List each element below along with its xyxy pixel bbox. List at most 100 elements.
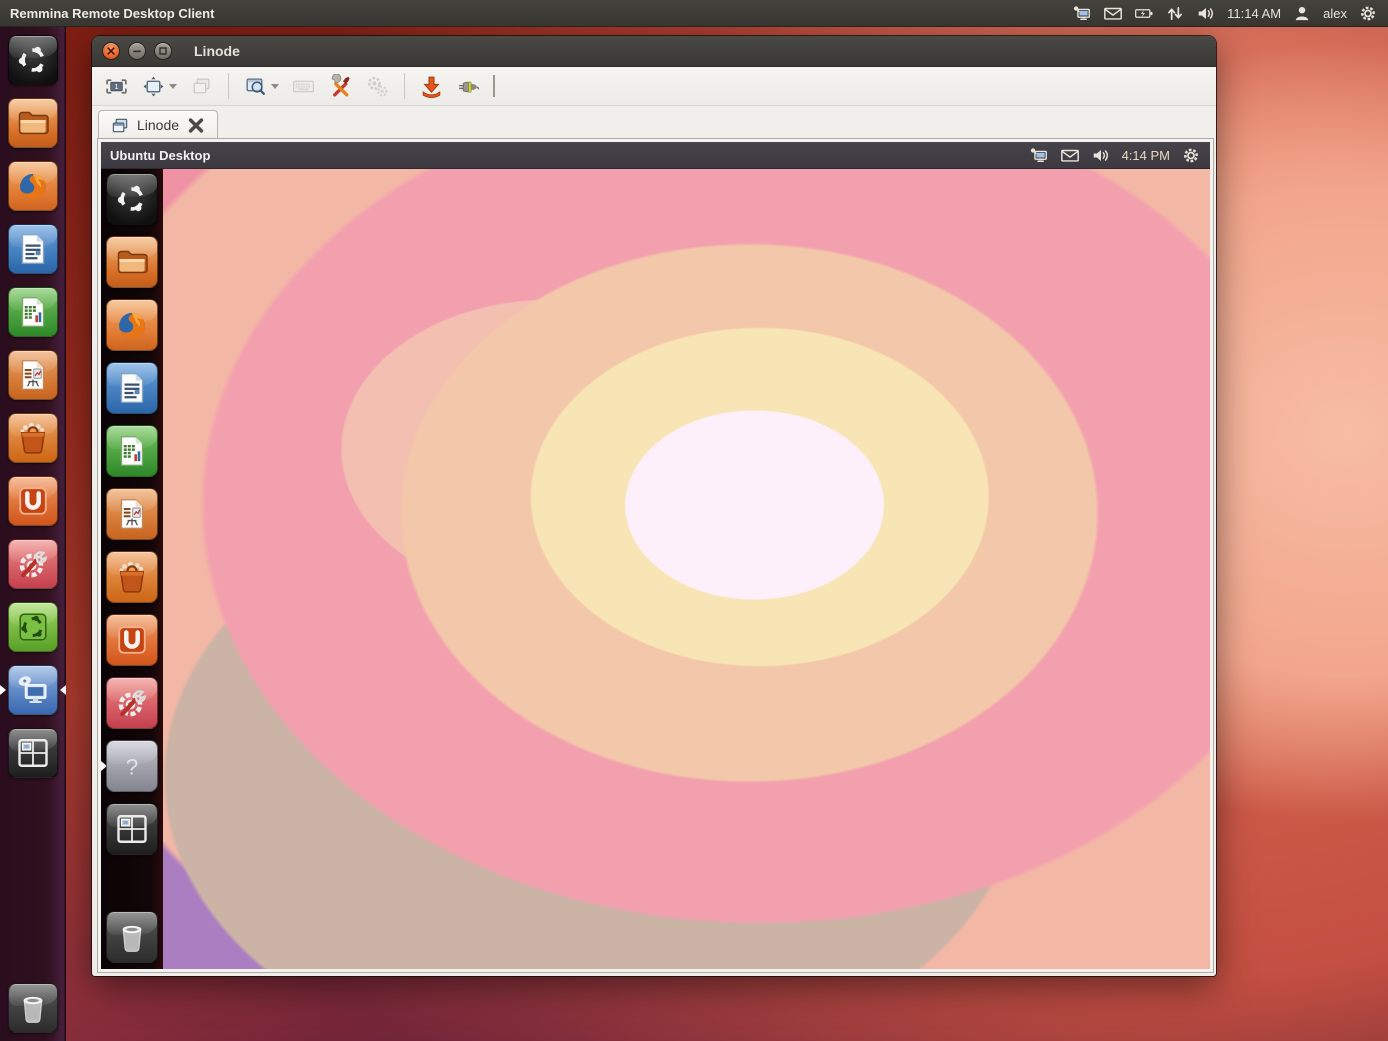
launcher-item-system-settings[interactable] [0, 539, 66, 589]
remote-tray: 4:14 PM [1029, 146, 1201, 165]
lo-writer-icon [8, 224, 58, 274]
tab-linode[interactable]: Linode [98, 110, 218, 139]
volume-icon[interactable] [1196, 4, 1216, 23]
launcher-item-firefox[interactable] [101, 299, 163, 351]
resize-mode-icon [141, 74, 166, 99]
connection-window-icon [110, 116, 130, 135]
svg-text:?: ? [126, 754, 139, 779]
ubuntu-dash-icon [106, 173, 158, 225]
session-gear-icon[interactable] [1358, 4, 1378, 23]
disconnect-button[interactable] [452, 72, 485, 101]
software-center-icon [106, 551, 158, 603]
launcher-item-ubuntu-one[interactable] [0, 476, 66, 526]
user-icon[interactable] [1292, 4, 1312, 23]
remmina-toolbar: 1 [92, 67, 1216, 106]
toolbar-separator [404, 73, 405, 99]
ubuntu-dash-icon [8, 35, 58, 85]
sync-arrows-icon[interactable] [1165, 4, 1185, 23]
remote-launcher: ? [101, 169, 163, 969]
dropdown-caret-icon[interactable] [169, 84, 177, 89]
window-titlebar[interactable]: Linode [92, 36, 1216, 67]
scaled-mode-button[interactable] [239, 72, 283, 101]
software-center-icon [8, 413, 58, 463]
scaled-mode-icon [243, 74, 268, 99]
system-settings-icon [8, 539, 58, 589]
toolbar-end-divider [493, 75, 495, 97]
launcher-item-remmina[interactable] [0, 665, 66, 715]
active-app-title: Remmina Remote Desktop Client [10, 6, 214, 21]
tab-label: Linode [137, 117, 179, 133]
host-top-panel: Remmina Remote Desktop Client 11:14 AM a… [0, 0, 1388, 27]
remote-session-gear-icon[interactable] [1181, 146, 1201, 165]
screenshot-button[interactable] [415, 72, 448, 101]
remote-desktop-icon[interactable] [1072, 4, 1092, 23]
tab-close-icon[interactable] [186, 116, 206, 135]
maximize-button[interactable] [154, 42, 172, 60]
svg-text:1: 1 [114, 82, 118, 91]
preferences-button[interactable] [324, 72, 357, 101]
connection-tabbar: Linode [92, 106, 1216, 139]
dropdown-caret-icon[interactable] [271, 84, 279, 89]
launcher-item-lo-writer[interactable] [0, 224, 66, 274]
unknown-app-icon: ? [106, 740, 158, 792]
mail-icon[interactable] [1103, 4, 1123, 23]
workspace-switcher-icon [8, 728, 58, 778]
launcher-item-ubuntu-dash[interactable] [0, 35, 66, 85]
launcher-item-software-updater[interactable] [0, 602, 66, 652]
workspace-switcher-icon [106, 803, 158, 855]
launcher-item-lo-impress[interactable] [101, 488, 163, 540]
launcher-item-lo-calc[interactable] [101, 425, 163, 477]
launcher-item-software-center[interactable] [101, 551, 163, 603]
launcher-item-files[interactable] [101, 236, 163, 288]
toggle-fullscreen-icon: 1 [104, 74, 129, 99]
launcher-item-lo-calc[interactable] [0, 287, 66, 337]
launcher-item-workspace-switcher[interactable] [0, 728, 66, 778]
trash-icon [8, 983, 58, 1033]
send-keystrokes-button[interactable] [287, 72, 320, 101]
lo-writer-icon [106, 362, 158, 414]
launcher-item-workspace-switcher[interactable] [101, 803, 163, 855]
resize-mode-button[interactable] [137, 72, 181, 101]
remote-desktop-wallpaper[interactable] [163, 169, 1210, 969]
launcher-item-trash[interactable] [0, 983, 66, 1033]
launcher-item-files[interactable] [0, 98, 66, 148]
plugins-button[interactable] [361, 72, 394, 101]
remote-session-frame: Ubuntu Desktop 4:14 PM ? [98, 139, 1213, 972]
plugins-icon [365, 74, 390, 99]
launcher-item-trash[interactable] [101, 911, 163, 963]
remote-clock[interactable]: 4:14 PM [1122, 148, 1170, 163]
firefox-icon [8, 161, 58, 211]
duplicate-connection-button[interactable] [185, 72, 218, 101]
lo-impress-icon [8, 350, 58, 400]
launcher-item-system-settings[interactable] [101, 677, 163, 729]
volume-icon[interactable] [1091, 146, 1111, 165]
launcher-item-ubuntu-dash[interactable] [101, 173, 163, 225]
launcher-item-software-center[interactable] [0, 413, 66, 463]
launcher-item-firefox[interactable] [0, 161, 66, 211]
firefox-icon [106, 299, 158, 351]
remmina-window: Linode 1 Linode Ubuntu Desktop 4:14 PM [92, 36, 1216, 976]
minimize-button[interactable] [128, 42, 146, 60]
launcher-item-lo-impress[interactable] [0, 350, 66, 400]
remote-top-panel: Ubuntu Desktop 4:14 PM [101, 142, 1210, 169]
username[interactable]: alex [1323, 6, 1347, 21]
close-button[interactable] [102, 42, 120, 60]
lo-calc-icon [8, 287, 58, 337]
host-clock[interactable]: 11:14 AM [1227, 6, 1281, 21]
files-icon [106, 236, 158, 288]
remote-desktop-icon[interactable] [1029, 146, 1049, 165]
system-settings-icon [106, 677, 158, 729]
launcher-item-lo-writer[interactable] [101, 362, 163, 414]
toolbar-separator [228, 73, 229, 99]
mail-icon[interactable] [1060, 146, 1080, 165]
toggle-fullscreen-button[interactable]: 1 [100, 72, 133, 101]
window-title: Linode [194, 43, 240, 59]
ubuntu-one-icon [8, 476, 58, 526]
launcher-item-ubuntu-one[interactable] [101, 614, 163, 666]
remmina-icon [8, 665, 58, 715]
battery-icon[interactable] [1134, 4, 1154, 23]
launcher-item-unknown-app[interactable]: ? [101, 740, 163, 792]
ubuntu-one-icon [106, 614, 158, 666]
lo-impress-icon [106, 488, 158, 540]
disconnect-icon [456, 74, 481, 99]
